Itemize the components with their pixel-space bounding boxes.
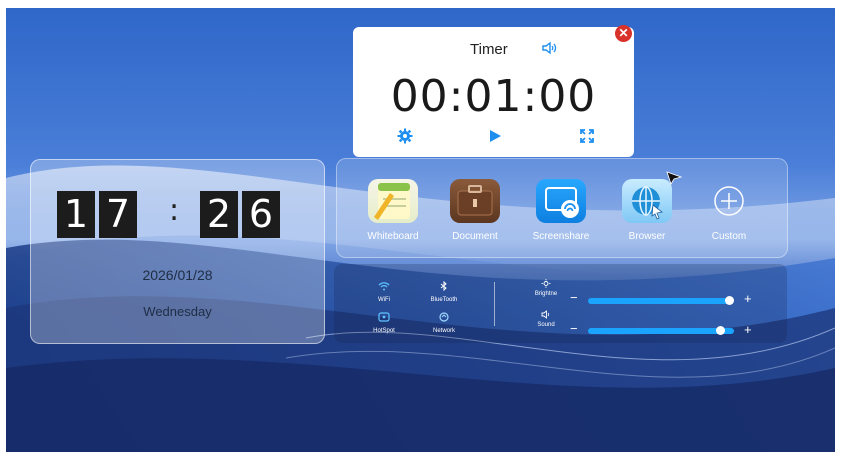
timer-display: 00:01:00 — [390, 71, 597, 122]
clock-weekday: Wednesday — [143, 304, 212, 319]
clock-hour-tens: 1 — [57, 191, 95, 238]
app-screenshare[interactable]: Screenshare — [521, 179, 601, 242]
app-custom[interactable]: Custom — [689, 179, 769, 242]
timer-settings-button[interactable] — [397, 128, 413, 149]
hotspot-label: HotSpot — [373, 328, 395, 334]
clock-separator: : — [169, 193, 180, 228]
timer-title: Timer — [470, 41, 508, 58]
briefcase-icon — [450, 179, 500, 223]
app-label: Whiteboard — [367, 231, 419, 242]
brightness-label: Brightne — [534, 291, 558, 297]
network-label: Network — [432, 328, 455, 334]
close-icon: ✕ — [618, 26, 629, 40]
wifi-label: WiFi — [378, 297, 390, 303]
brightness-decrease-button[interactable]: − — [570, 290, 578, 305]
clock-date: 2026/01/28 — [142, 267, 213, 283]
timer-dialog: Timer ✕ 00:01:00 — [353, 25, 634, 157]
bluetooth-toggle[interactable]: BlueTooth — [419, 280, 469, 303]
app-document[interactable]: Document — [435, 179, 515, 242]
bluetooth-label: BlueTooth — [430, 297, 458, 303]
clock-minute-tens: 2 — [200, 191, 238, 238]
plus-circle-icon — [704, 179, 754, 223]
timer-play-button[interactable] — [487, 128, 503, 149]
sound-increase-button[interactable]: + — [744, 322, 752, 337]
wifi-icon — [359, 281, 409, 295]
brightness-increase-button[interactable]: + — [744, 291, 752, 306]
divider — [494, 282, 495, 326]
gear-icon — [397, 128, 413, 144]
brightness-slider-handle[interactable] — [725, 296, 734, 305]
speaker-icon — [526, 310, 566, 321]
app-browser[interactable]: Browser — [607, 179, 687, 242]
sound-slider[interactable] — [588, 328, 734, 334]
clock-minute-ones: 6 — [242, 191, 280, 238]
brightness-slider[interactable] — [588, 298, 734, 304]
app-label: Document — [452, 231, 498, 242]
app-label: Screenshare — [532, 231, 590, 242]
network-icon — [419, 312, 469, 326]
app-label: Custom — [711, 231, 747, 242]
app-label: Browser — [628, 231, 666, 242]
app-whiteboard[interactable]: Whiteboard — [353, 179, 433, 242]
close-button[interactable]: ✕ — [615, 25, 632, 42]
clock-widget: 1 7 : 2 6 2026/01/28 Wednesday — [30, 159, 325, 344]
sun-icon — [526, 279, 566, 290]
hotspot-icon — [359, 312, 409, 326]
globe-icon — [622, 179, 672, 223]
bluetooth-icon — [419, 280, 469, 295]
timer-fullscreen-button[interactable] — [579, 128, 595, 149]
fullscreen-icon — [580, 129, 594, 143]
clock-hour-ones: 7 — [99, 191, 137, 238]
sound-label: Sound — [537, 322, 555, 328]
hotspot-toggle[interactable]: HotSpot — [359, 312, 409, 334]
desktop-screen: 1 7 : 2 6 2026/01/28 Wednesday Whiteboar… — [6, 8, 835, 452]
speaker-icon[interactable] — [541, 41, 557, 58]
wifi-toggle[interactable]: WiFi — [359, 281, 409, 303]
control-panel: WiFi BlueTooth HotSpot Network Brightne … — [334, 264, 787, 343]
apps-panel: Whiteboard Document Screenshare Browser … — [336, 158, 788, 258]
sound-decrease-button[interactable]: − — [570, 321, 578, 336]
network-toggle[interactable]: Network — [419, 312, 469, 334]
screenshare-icon — [536, 179, 586, 223]
whiteboard-icon — [368, 179, 418, 223]
mouse-cursor — [666, 171, 682, 185]
play-icon — [490, 130, 501, 142]
